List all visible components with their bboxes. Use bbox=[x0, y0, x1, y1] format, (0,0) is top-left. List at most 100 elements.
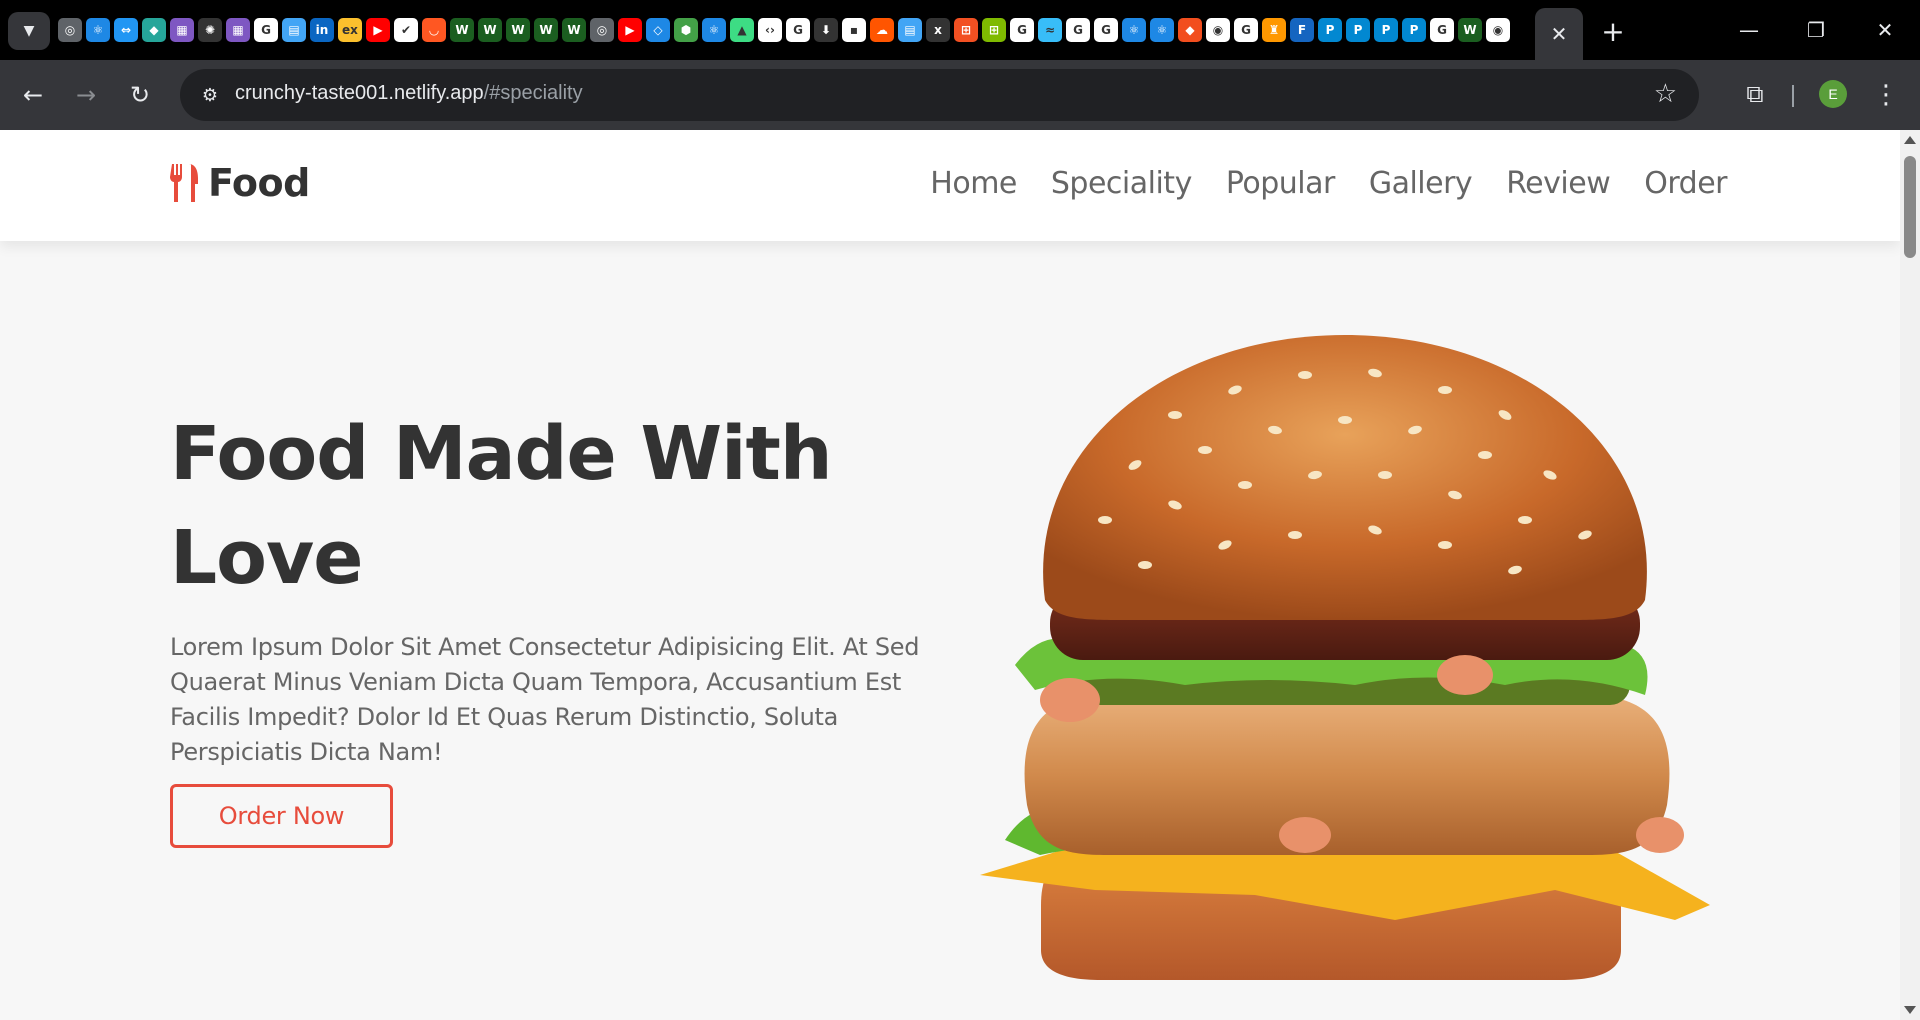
extensions-icon[interactable]: ⧉ bbox=[1737, 76, 1773, 112]
f-icon[interactable]: F bbox=[1290, 18, 1314, 42]
react-icon[interactable]: ⚛ bbox=[86, 18, 110, 42]
nav-speciality[interactable]: Speciality bbox=[1051, 166, 1192, 201]
link-icon[interactable]: ⇔ bbox=[114, 18, 138, 42]
react-icon[interactable]: ⚛ bbox=[702, 18, 726, 42]
main-nav: Home Speciality Popular Gallery Review O… bbox=[930, 166, 1727, 201]
youtube-icon[interactable]: ▶ bbox=[366, 18, 390, 42]
react-icon[interactable]: ⚛ bbox=[1122, 18, 1146, 42]
figma-icon[interactable]: ◆ bbox=[1178, 18, 1202, 42]
check-icon[interactable]: ✔ bbox=[394, 18, 418, 42]
openai-icon[interactable]: ✺ bbox=[198, 18, 222, 42]
react-icon[interactable]: ⚛ bbox=[1150, 18, 1174, 42]
ex-icon[interactable]: ex bbox=[338, 18, 362, 42]
page-viewport: Food Home Speciality Popular Gallery Rev… bbox=[0, 130, 1920, 1020]
url-text[interactable]: crunchy-taste001.netlify.app/#speciality bbox=[235, 82, 583, 105]
back-button[interactable]: ← bbox=[13, 75, 53, 115]
pinned-tabs: ◎ ⚛ ⇔ ◆ ▦ ✺ ▦ G ▤ in ex ▶ ✔ ◡ W W W W W ◎ ▶ ◇ ⬢ ⚛ ▲ ‹› G ⬇ ▪ ☁ ▤ x ⊞ ⊞ G ≈ G… bbox=[58, 18, 1520, 42]
reload-icon: ↻ bbox=[129, 81, 151, 109]
tab-strip: ▼ ◎ ⚛ ⇔ ◆ ▦ ✺ ▦ G ▤ in ex ▶ ✔ ◡ W W W W W ◎ ▶ ◇ ⬢ ⚛ ▲ ‹› G ⬇ ▪ ☁ ▤ x ⊞ ⊞ G… bbox=[0, 0, 1920, 60]
android-icon[interactable]: ▲ bbox=[730, 18, 754, 42]
new-tab-button[interactable]: + bbox=[1596, 14, 1630, 48]
site-info-icon[interactable]: ⚙ bbox=[192, 77, 228, 113]
image-icon[interactable]: ▦ bbox=[226, 18, 250, 42]
linkedin-icon[interactable]: in bbox=[310, 18, 334, 42]
browser-chrome: ▼ ◎ ⚛ ⇔ ◆ ▦ ✺ ▦ G ▤ in ex ▶ ✔ ◡ W W W W W ◎ ▶ ◇ ⬢ ⚛ ▲ ‹› G ⬇ ▪ ☁ ▤ x ⊞ ⊞ G… bbox=[0, 0, 1920, 130]
google-icon[interactable]: G bbox=[1066, 18, 1090, 42]
vscode-icon[interactable]: ◇ bbox=[646, 18, 670, 42]
grid-icon[interactable]: ▤ bbox=[282, 18, 306, 42]
close-icon[interactable]: ✕ bbox=[1551, 22, 1568, 46]
square-icon[interactable]: ▪ bbox=[842, 18, 866, 42]
grid-icon[interactable]: ▤ bbox=[898, 18, 922, 42]
arrow-left-icon: ← bbox=[22, 81, 44, 109]
browser-toolbar: ← → ↻ ⚙ crunchy-taste001.netlify.app/#sp… bbox=[0, 60, 1920, 130]
google-icon[interactable]: G bbox=[1234, 18, 1258, 42]
url-path: /#speciality bbox=[483, 82, 583, 104]
figure-icon[interactable]: ♜ bbox=[1262, 18, 1286, 42]
scroll-thumb[interactable] bbox=[1904, 156, 1916, 258]
plus-icon: + bbox=[1601, 14, 1625, 48]
w-icon[interactable]: W bbox=[450, 18, 474, 42]
tab-search-button[interactable]: ▼ bbox=[8, 12, 50, 50]
microsoft-icon[interactable]: ⊞ bbox=[954, 18, 978, 42]
restore-icon: ❐ bbox=[1807, 18, 1825, 42]
p-icon[interactable]: P bbox=[1318, 18, 1342, 42]
nav-popular[interactable]: Popular bbox=[1226, 166, 1336, 201]
profile-avatar[interactable]: E bbox=[1819, 80, 1847, 108]
w-icon[interactable]: W bbox=[534, 18, 558, 42]
download-icon[interactable]: ⬇ bbox=[814, 18, 838, 42]
p-icon[interactable]: P bbox=[1402, 18, 1426, 42]
globe-icon[interactable]: ◎ bbox=[58, 18, 82, 42]
address-bar[interactable]: ⚙ crunchy-taste001.netlify.app/#speciali… bbox=[180, 69, 1699, 121]
code-icon[interactable]: ‹› bbox=[758, 18, 782, 42]
p-icon[interactable]: P bbox=[1374, 18, 1398, 42]
p-icon[interactable]: P bbox=[1346, 18, 1370, 42]
w-icon[interactable]: W bbox=[506, 18, 530, 42]
close-icon: ✕ bbox=[1876, 18, 1894, 42]
youtube-icon[interactable]: ▶ bbox=[618, 18, 642, 42]
microsoft-icon[interactable]: ⊞ bbox=[982, 18, 1006, 42]
logo-text: Food bbox=[208, 161, 310, 205]
scroll-up-arrow-icon[interactable] bbox=[1904, 136, 1916, 144]
soundcloud-icon[interactable]: ☁ bbox=[870, 18, 894, 42]
bookmark-star-icon[interactable]: ☆ bbox=[1654, 79, 1677, 109]
mug-icon[interactable]: ◡ bbox=[422, 18, 446, 42]
xfs-icon[interactable]: x bbox=[926, 18, 950, 42]
google-icon[interactable]: G bbox=[254, 18, 278, 42]
globe-icon[interactable]: ◎ bbox=[590, 18, 614, 42]
node-icon[interactable]: ⬢ bbox=[674, 18, 698, 42]
minimize-button[interactable]: — bbox=[1726, 12, 1772, 48]
forward-button[interactable]: → bbox=[66, 75, 106, 115]
burger-image bbox=[980, 335, 1710, 980]
google-icon[interactable]: G bbox=[1430, 18, 1454, 42]
tailwind-icon[interactable]: ≈ bbox=[1038, 18, 1062, 42]
google-icon[interactable]: G bbox=[1094, 18, 1118, 42]
w-icon[interactable]: W bbox=[562, 18, 586, 42]
utensils-icon bbox=[170, 164, 198, 202]
site-header: Food Home Speciality Popular Gallery Rev… bbox=[0, 130, 1900, 241]
close-window-button[interactable]: ✕ bbox=[1862, 12, 1908, 48]
nav-home[interactable]: Home bbox=[930, 166, 1017, 201]
diamond-icon[interactable]: ◆ bbox=[142, 18, 166, 42]
hero-title-line-1: Food Made With bbox=[170, 411, 833, 497]
hero-description: Lorem Ipsum Dolor Sit Amet Consectetur A… bbox=[170, 633, 920, 766]
w-icon[interactable]: W bbox=[478, 18, 502, 42]
arrow-right-icon: → bbox=[75, 81, 97, 109]
google-icon[interactable]: G bbox=[1010, 18, 1034, 42]
nav-order[interactable]: Order bbox=[1644, 166, 1727, 201]
w-icon[interactable]: W bbox=[1458, 18, 1482, 42]
restore-button[interactable]: ❐ bbox=[1793, 12, 1839, 48]
active-tab[interactable]: ✕ bbox=[1535, 8, 1583, 60]
site-logo[interactable]: Food bbox=[170, 161, 310, 205]
chrome-icon[interactable]: ◉ bbox=[1206, 18, 1230, 42]
reload-button[interactable]: ↻ bbox=[120, 75, 160, 115]
page-scrollbar[interactable] bbox=[1900, 130, 1920, 1020]
nav-gallery[interactable]: Gallery bbox=[1369, 166, 1473, 201]
nav-review[interactable]: Review bbox=[1506, 166, 1611, 201]
browser-menu-icon[interactable]: ⋮ bbox=[1871, 77, 1901, 113]
scroll-down-arrow-icon[interactable] bbox=[1904, 1006, 1916, 1014]
image-icon[interactable]: ▦ bbox=[170, 18, 194, 42]
google-icon[interactable]: G bbox=[786, 18, 810, 42]
chrome-icon[interactable]: ◉ bbox=[1486, 18, 1510, 42]
order-now-button[interactable]: Order Now bbox=[170, 784, 393, 848]
